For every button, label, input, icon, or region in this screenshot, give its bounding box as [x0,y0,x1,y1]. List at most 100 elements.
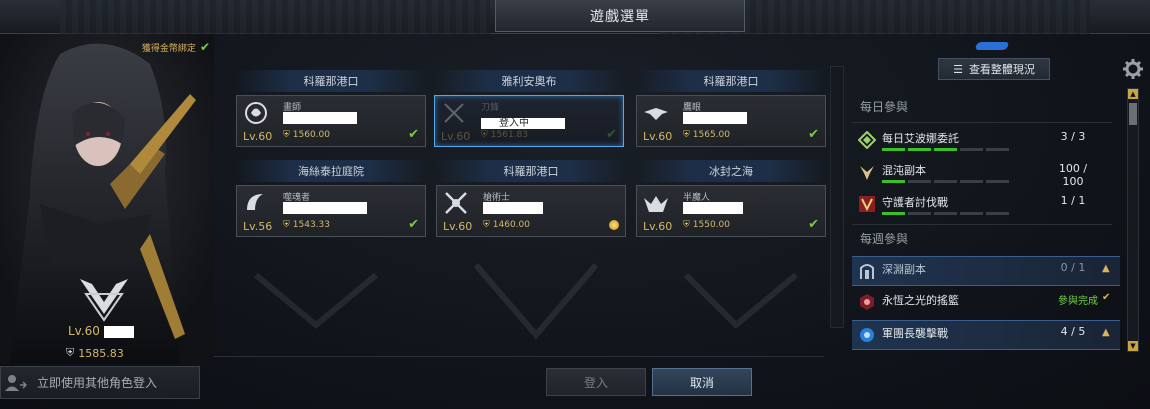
daily-row-chaos-gate[interactable]: 每日艾波娜委託 3 / 3 [852,126,1120,156]
cradle-icon [860,294,874,310]
character-item-level: ⛨ 1585.83 [66,346,124,360]
check-icon: ✔ [408,217,419,232]
weekly-row-abyss-dungeon[interactable]: 深淵副本 0 / 1 ▲ [852,256,1120,286]
scroll-down-arrow-icon[interactable]: ▼ [1128,341,1138,351]
task-count: 3 / 3 [1060,130,1086,143]
una-task-icon [858,131,876,149]
server-name: 科羅那港口 [436,160,626,182]
progress-bars [882,148,1009,151]
section-divider [852,122,1112,123]
server-name: 冰封之海 [636,160,826,182]
character-card[interactable]: 畫師 Lv.60 ⛨ 1560.00 ✔ [236,95,426,147]
check-icon: ✔ [606,127,617,142]
gold-bound-text: 獲得金幣綁定 [141,43,196,54]
blade-class-icon [444,103,464,123]
weekly-row-legion-raid[interactable]: 軍團長襲擊戰 4 / 5 ▲ [852,320,1120,350]
character-slot[interactable]: 海絲泰拉庭院 噬魂者 Lv.56 ⛨ 1543.33 ✔ [236,160,426,237]
hawkeye-class-icon [644,108,668,120]
character-card[interactable]: 半魔人 Lv.60 ⛨ 1550.00 ✔ [636,185,826,237]
view-overall-status-button[interactable]: ☰ 查看整體現況 [938,58,1050,80]
character-slot-selected[interactable]: 雅利安奧布 刀鋒 登入中 Lv.60 ⛨ 1561.83 ✔ [434,70,624,147]
item-level: ⛨ 1561.83 [481,130,528,140]
name-redaction [103,325,134,338]
weekly-row-eternal-cradle[interactable]: 永恆之光的搖籃 參與完成 ✔ [852,288,1120,318]
scroll-up-arrow-icon[interactable]: ▲ [1128,89,1138,99]
server-name: 海絲泰拉庭院 [236,160,426,182]
task-name: 每日艾波娜委託 [882,132,959,145]
server-name: 科羅那港口 [236,70,426,92]
helmet-icon: ⛨ [283,130,290,140]
server-name: 雅利安奧布 [434,70,624,92]
gear-icon[interactable] [1122,58,1144,80]
list-icon: ☰ [953,62,963,76]
scrollbar-thumb[interactable] [1129,103,1137,125]
helmet-icon: ⛨ [683,130,690,140]
item-level: ⛨ 1460.00 [483,220,530,230]
section-divider [852,224,1112,225]
demonic-class-icon [644,196,668,212]
character-level-text: Lv.60 [68,324,100,338]
item-level-value: 1565.00 [692,130,730,140]
gold-coin-icon [609,220,619,230]
user-swap-icon [5,374,27,391]
character-list-scrollbar[interactable] [830,66,844,328]
helmet-icon: ⛨ [683,220,690,230]
character-level: Lv.60 [441,130,471,143]
task-count: 0 / 1 [1060,261,1086,274]
character-slot[interactable]: 科羅那港口 畫師 Lv.60 ⛨ 1560.00 ✔ [236,70,426,147]
task-count: 4 / 5 [1060,325,1086,338]
character-slot[interactable]: 冰封之海 半魔人 Lv.60 ⛨ 1550.00 ✔ [636,160,826,237]
class-name: 刀鋒 [481,103,500,113]
item-level: ⛨ 1550.00 [683,220,730,230]
chevron-up-icon[interactable]: ▲ [1102,263,1114,275]
logging-in-text: 登入中 [499,118,529,129]
character-level: Lv.60 [643,220,673,233]
cancel-button[interactable]: 取消 [652,368,752,396]
footer-divider [214,356,824,357]
name-redaction [683,112,747,124]
character-level: Lv.56 [243,220,273,233]
weekly-section-title: 每週參與 [860,232,909,246]
character-slot[interactable]: 科羅那港口 槍術士 Lv.60 ⛨ 1460.00 [436,160,626,237]
task-name: 深淵副本 [882,263,926,276]
item-level: ⛨ 1560.00 [283,130,330,140]
participation-scrollbar[interactable]: ▲ ▼ [1127,88,1139,352]
selected-character-panel: 獲得金幣綁定 ✔ Lv.60 ⛨ 1585.83 [0,34,214,364]
item-level: ⛨ 1565.00 [683,130,730,140]
daily-row-guardian-raid[interactable]: 守護者討伐戰 1 / 1 [852,190,1120,220]
top-bar-ornament-left [60,0,490,34]
character-power-text: 1585.83 [78,346,124,360]
artist-class-icon [245,102,267,124]
item-level: ⛨ 1543.33 [283,220,330,230]
task-name: 軍團長襲擊戰 [882,327,948,340]
character-card[interactable]: 槍術士 Lv.60 ⛨ 1460.00 [436,185,626,237]
chaos-dungeon-icon [860,166,874,180]
progress-bars [882,180,1009,183]
helmet-icon: ⛨ [483,220,490,230]
task-name: 永恆之光的搖籃 [882,294,959,307]
guardian-raid-icon [859,196,875,212]
character-card[interactable]: 鷹眼 Lv.60 ⛨ 1565.00 ✔ [636,95,826,147]
helmet-icon: ⛨ [66,346,75,359]
chevron-up-icon[interactable]: ▲ [1102,327,1114,339]
name-redaction [683,202,743,214]
login-button[interactable]: 登入 [546,368,646,396]
character-slot[interactable]: 科羅那港口 鷹眼 Lv.60 ⛨ 1565.00 ✔ [636,70,826,147]
item-level-value: 1560.00 [292,130,330,140]
character-level: Lv.60 [243,130,273,143]
character-card[interactable]: 刀鋒 登入中 Lv.60 ⛨ 1561.83 ✔ [434,95,624,147]
helmet-icon: ⛨ [283,220,290,230]
top-bar: 遊戲選單 [0,0,1150,34]
participation-panel: 每日參與 每日艾波娜委託 3 / 3 混沌副本 100 / 100 守護者討伐戰… [852,88,1122,352]
daily-row-chaos-dungeon[interactable]: 混沌副本 100 / 100 [852,158,1120,188]
name-redaction [283,202,367,214]
check-icon: ✔ [199,40,210,54]
character-card[interactable]: 噬魂者 Lv.56 ⛨ 1543.33 ✔ [236,185,426,237]
progress-bars [882,212,1009,215]
task-name: 混沌副本 [882,164,926,177]
character-level: Lv.60 [643,130,673,143]
gold-bound-label: 獲得金幣綁定 ✔ [142,40,210,54]
legion-raid-icon [860,328,874,342]
login-other-character-button[interactable]: 立即使用其他角色登入 [0,366,200,399]
task-name: 守護者討伐戰 [882,196,948,209]
